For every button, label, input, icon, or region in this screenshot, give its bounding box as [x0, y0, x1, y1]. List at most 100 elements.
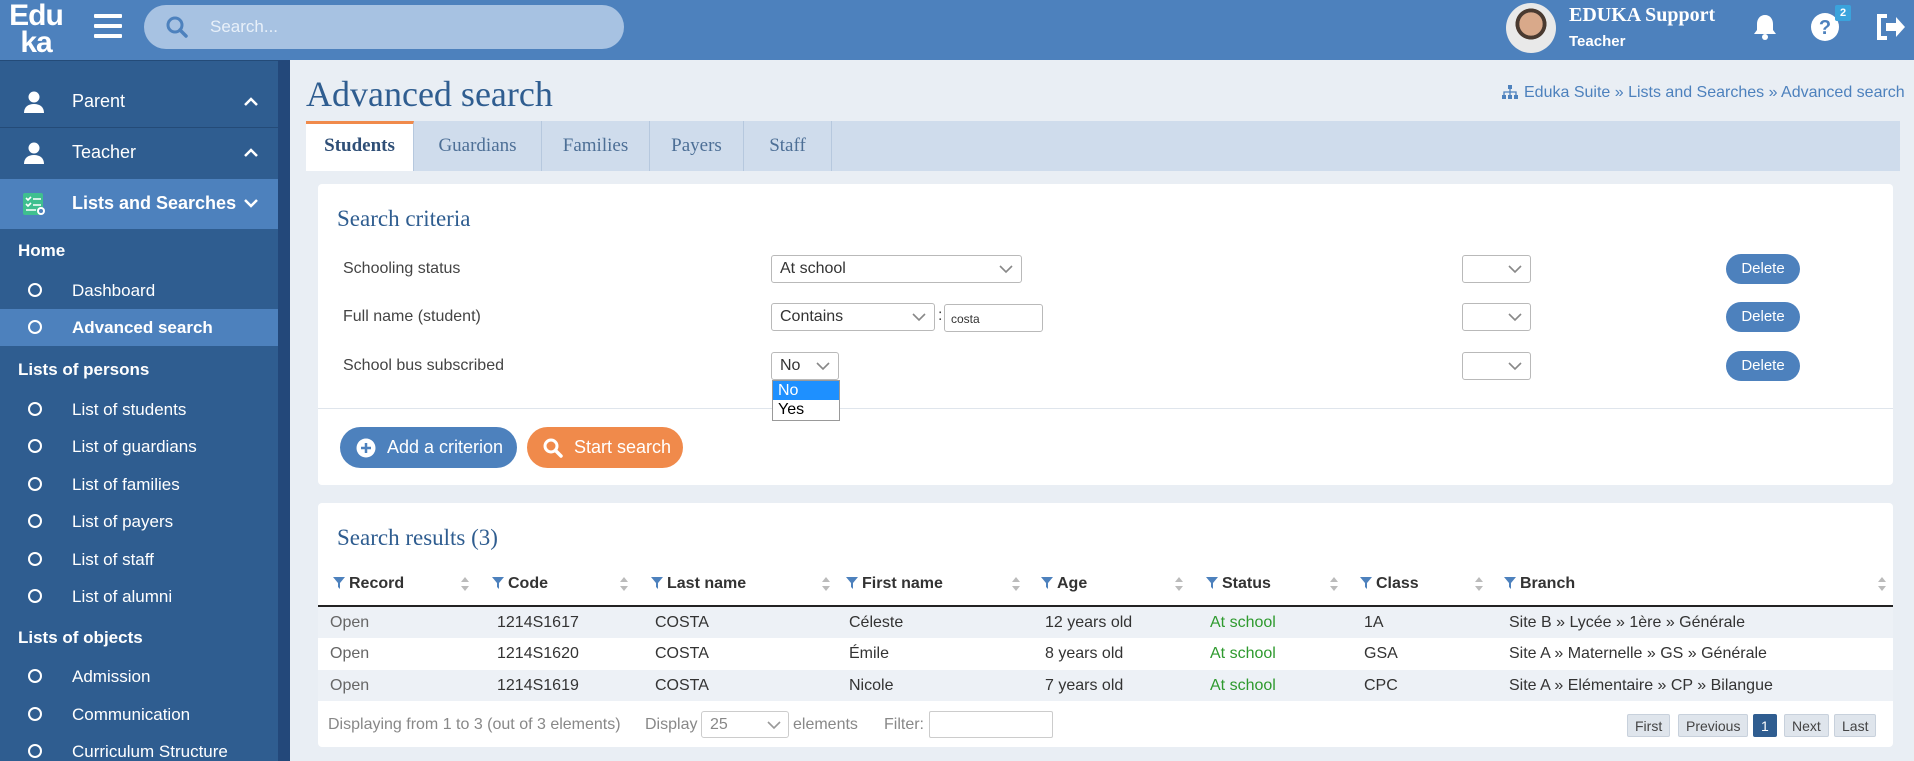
sidebar-section-parent[interactable]: Parent — [0, 77, 278, 127]
column-header-first-name[interactable]: First name — [846, 575, 943, 593]
sidebar-item-list-of-students[interactable]: List of students — [0, 391, 278, 428]
sidebar-scrollbar[interactable] — [278, 60, 290, 761]
sort-icon[interactable] — [1474, 576, 1484, 592]
cell-class: GSA — [1364, 645, 1398, 662]
sort-icon[interactable] — [1877, 576, 1887, 592]
tab-payers[interactable]: Payers — [650, 121, 744, 171]
pagination-last-button[interactable]: Last — [1834, 714, 1877, 737]
breadcrumb-text[interactable]: Eduka Suite » Lists and Searches » Advan… — [1524, 84, 1905, 101]
tab-staff[interactable]: Staff — [744, 121, 832, 171]
avatar[interactable] — [1506, 3, 1556, 53]
sidebar-item-list-of-families[interactable]: List of families — [0, 466, 278, 503]
pagination-first-button[interactable]: First — [1627, 714, 1671, 737]
record-open-link[interactable]: Open — [330, 614, 369, 632]
sidebar-section-lists-and-searches[interactable]: Lists and Searches — [0, 179, 278, 229]
column-header-age[interactable]: Age — [1041, 575, 1087, 593]
column-header-label: Class — [1376, 575, 1419, 592]
pagination-previous-button[interactable]: Previous — [1678, 714, 1749, 737]
search-input[interactable] — [210, 15, 590, 39]
sidebar-item-list-of-staff[interactable]: List of staff — [0, 541, 278, 578]
dropdown-option-yes[interactable]: Yes — [773, 400, 839, 419]
sidebar-item-label: Dashboard — [72, 281, 156, 300]
tab-families[interactable]: Families — [542, 121, 650, 171]
tab-students[interactable]: Students — [306, 121, 414, 171]
search-icon[interactable] — [166, 16, 188, 38]
chevron-down-icon — [244, 199, 258, 208]
sidebar-item-advanced-search[interactable]: Advanced search — [0, 309, 278, 346]
sidebar-item-list-of-guardians[interactable]: List of guardians — [0, 428, 278, 465]
user-icon — [24, 91, 44, 113]
breadcrumb: Eduka Suite » Lists and Searches » Advan… — [1502, 84, 1907, 102]
sidebar-item-dashboard[interactable]: Dashboard — [0, 272, 278, 309]
sort-icon[interactable] — [1329, 576, 1339, 592]
column-header-last-name[interactable]: Last name — [651, 575, 746, 593]
results-count-text: Displaying from 1 to 3 (out of 3 element… — [328, 716, 621, 733]
sidebar-item-label: Admission — [72, 667, 151, 686]
circle-icon — [28, 439, 42, 453]
full-name-input[interactable]: costa — [944, 304, 1043, 332]
divider — [0, 60, 278, 61]
circle-icon — [28, 707, 42, 721]
schooling-status-select[interactable]: At school — [771, 255, 1022, 283]
column-header-status[interactable]: Status — [1206, 575, 1271, 593]
app-logo[interactable]: Edu ka — [0, 0, 72, 60]
sort-icon[interactable] — [1011, 576, 1021, 592]
sidebar-section-teacher[interactable]: Teacher — [0, 128, 278, 178]
cell-class: CPC — [1364, 677, 1398, 694]
sidebar-item-curriculum-structure[interactable]: Curriculum Structure — [0, 733, 278, 761]
logout-icon[interactable] — [1875, 13, 1905, 41]
bell-icon[interactable] — [1752, 13, 1778, 41]
pagination-page-button[interactable]: 1 — [1753, 714, 1777, 737]
record-open-link[interactable]: Open — [330, 677, 369, 695]
filter-icon — [1360, 577, 1372, 589]
sidebar: Parent Teacher Lists and Searches Home D… — [0, 60, 290, 761]
sort-icon[interactable] — [1174, 576, 1184, 592]
circle-icon — [28, 669, 42, 683]
filter-input[interactable] — [929, 711, 1053, 738]
cell-first-name: Céleste — [849, 614, 904, 631]
add-criterion-button[interactable]: Add a criterion — [340, 427, 517, 468]
dropdown-option-no[interactable]: No — [773, 381, 839, 400]
sidebar-group-objects[interactable]: Lists of objects — [18, 628, 143, 648]
delete-criterion-button[interactable]: Delete — [1726, 302, 1800, 332]
pagination-next-button[interactable]: Next — [1784, 714, 1829, 737]
delete-criterion-button[interactable]: Delete — [1726, 254, 1800, 284]
logic-operator-select[interactable] — [1462, 352, 1531, 380]
user-icon — [24, 142, 44, 164]
sort-icon[interactable] — [821, 576, 831, 592]
button-label: Start search — [574, 437, 672, 457]
tab-guardians[interactable]: Guardians — [414, 121, 542, 171]
cell-code: 1214S1620 — [497, 645, 579, 662]
sort-icon[interactable] — [619, 576, 629, 592]
sidebar-item-list-of-payers[interactable]: List of payers — [0, 503, 278, 540]
start-search-button[interactable]: Start search — [527, 427, 683, 468]
sidebar-item-admission[interactable]: Admission — [0, 658, 278, 695]
logo-line1: Edu — [9, 0, 64, 32]
circle-icon — [28, 477, 42, 491]
sort-icon[interactable] — [460, 576, 470, 592]
menu-toggle-icon[interactable] — [94, 14, 122, 38]
column-header-class[interactable]: Class — [1360, 575, 1419, 593]
delete-criterion-button[interactable]: Delete — [1726, 351, 1800, 381]
sidebar-group-persons[interactable]: Lists of persons — [18, 360, 149, 380]
record-open-link[interactable]: Open — [330, 645, 369, 663]
user-name[interactable]: EDUKA Support — [1569, 4, 1715, 27]
column-header-branch[interactable]: Branch — [1504, 575, 1575, 593]
column-header-label: Status — [1222, 575, 1271, 592]
page-size-select[interactable]: 25 — [701, 711, 789, 738]
circle-icon — [28, 283, 42, 297]
sidebar-item-communication[interactable]: Communication — [0, 696, 278, 733]
search-criteria-title: Search criteria — [337, 206, 471, 231]
name-operator-select[interactable]: Contains — [771, 303, 935, 331]
table-row: Open 1214S1620 COSTA Émile 8 years old A… — [318, 638, 1893, 669]
school-bus-select[interactable]: No — [771, 352, 839, 380]
sidebar-item-list-of-alumni[interactable]: List of alumni — [0, 578, 278, 615]
filter-icon — [651, 577, 663, 589]
logic-operator-select[interactable] — [1462, 303, 1531, 331]
cell-last-name: COSTA — [655, 645, 709, 662]
select-value: Contains — [780, 308, 844, 325]
logic-operator-select[interactable] — [1462, 255, 1531, 283]
sidebar-group-home[interactable]: Home — [18, 241, 65, 261]
column-header-record[interactable]: Record — [333, 575, 404, 593]
column-header-code[interactable]: Code — [492, 575, 548, 593]
